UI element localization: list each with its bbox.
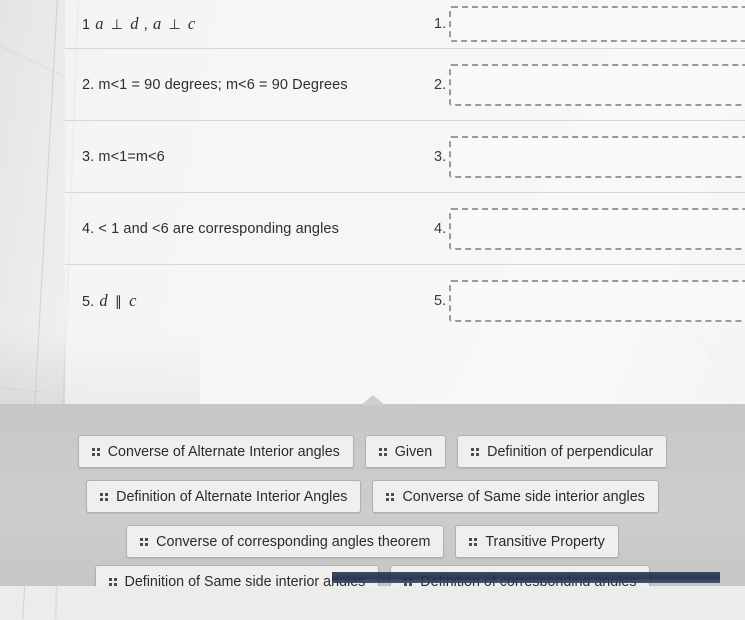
reason-index: 4. [434, 220, 447, 237]
drag-handle-icon[interactable] [469, 537, 478, 546]
drag-handle-icon[interactable] [108, 577, 117, 586]
drag-handle-icon[interactable] [100, 492, 109, 501]
answer-chip-label: Converse of Same side interior angles [402, 488, 645, 505]
table-row: 5. d ∥ c 5. [65, 265, 745, 337]
reason-index: 2. [434, 76, 447, 93]
answer-chip[interactable]: Definition of perpendicular [457, 435, 668, 468]
drag-handle-icon[interactable] [471, 447, 480, 456]
answer-chip-label: Transitive Property [485, 533, 605, 550]
bottom-selection-strip [332, 572, 720, 583]
answer-chip-label: Definition of Same side interior angles [124, 573, 366, 587]
table-row: 3. m<1=m<6 3. [65, 121, 745, 193]
answer-chip[interactable]: Converse of Same side interior angles [372, 480, 659, 513]
answer-chip[interactable]: Definition of Alternate Interior Angles [86, 480, 362, 513]
reason-cell: 2. [434, 49, 745, 120]
reason-cell: 4. [434, 193, 745, 264]
answer-chip-label: Definition of Alternate Interior Angles [116, 488, 348, 505]
statement-cell: 1 a ⊥ d , a ⊥ c [82, 14, 196, 33]
triangle-up-icon[interactable] [360, 395, 385, 405]
table-row: 2. m<1 = 90 degrees; m<6 = 90 Degrees 2. [65, 49, 745, 121]
table-row: 4. < 1 and <6 are corresponding angles 4… [65, 193, 745, 265]
reason-dropzone-2[interactable] [449, 63, 745, 106]
answer-chip[interactable]: Converse of Alternate Interior angles [77, 435, 354, 468]
answer-chip-row: Converse of Alternate Interior angles Gi… [0, 435, 745, 468]
reason-dropzone-1[interactable] [449, 6, 745, 42]
reason-index: 1. [434, 16, 447, 32]
reason-index: 3. [434, 148, 447, 165]
statement-cell: 3. m<1=m<6 [82, 148, 165, 165]
table-row: 1 a ⊥ d , a ⊥ c 1. [65, 0, 745, 49]
answer-chip[interactable]: Converse of corresponding angles theorem [126, 525, 445, 558]
answer-chip-label: Converse of corresponding angles theorem [156, 533, 431, 550]
drag-handle-icon[interactable] [91, 447, 100, 456]
drag-handle-icon[interactable] [378, 447, 387, 456]
drag-handle-icon[interactable] [140, 537, 149, 546]
reason-cell: 1. [434, 0, 745, 48]
answer-chip-row: Converse of corresponding angles theorem… [0, 525, 745, 558]
answer-bank-panel: Converse of Alternate Interior angles Gi… [0, 395, 745, 586]
reason-cell: 5. [434, 265, 745, 337]
reason-index: 5. [434, 293, 447, 309]
reason-dropzone-4[interactable] [449, 207, 745, 250]
answer-chip[interactable]: Given [364, 435, 447, 468]
reason-dropzone-5[interactable] [449, 280, 745, 322]
statement-cell: 2. m<1 = 90 degrees; m<6 = 90 Degrees [82, 76, 348, 93]
statement-cell: 4. < 1 and <6 are corresponding angles [82, 220, 339, 237]
drag-handle-icon[interactable] [386, 492, 395, 501]
two-column-proof-table: 1 a ⊥ d , a ⊥ c 1. 2. m<1 = 90 degrees; … [65, 0, 745, 410]
answer-chip-label: Given [394, 443, 433, 460]
answer-chip-label: Converse of Alternate Interior angles [107, 443, 340, 460]
answer-chip-row: Definition of Alternate Interior Angles … [0, 480, 745, 513]
reason-cell: 3. [434, 121, 745, 192]
reason-dropzone-3[interactable] [449, 135, 745, 178]
answer-chip[interactable]: Transitive Property [455, 525, 619, 558]
statement-cell: 5. d ∥ c [82, 291, 137, 310]
answer-chip-label: Definition of perpendicular [487, 443, 654, 460]
